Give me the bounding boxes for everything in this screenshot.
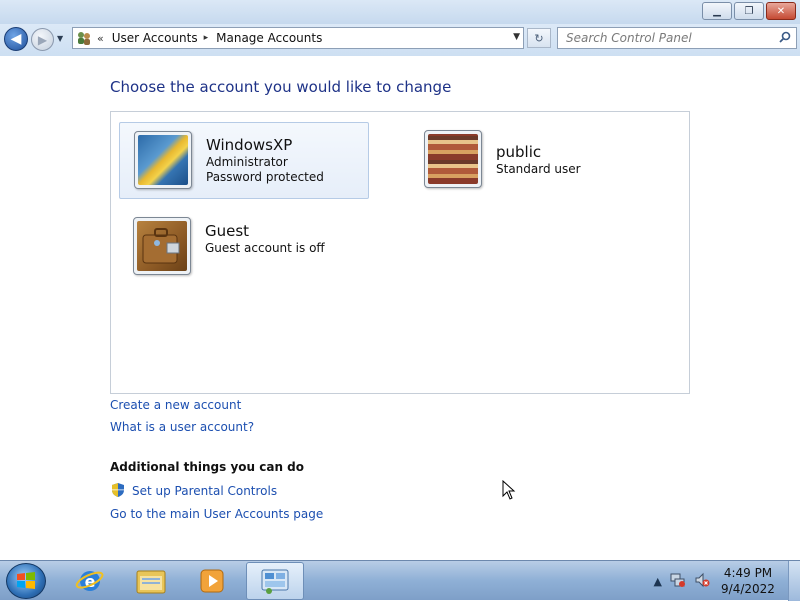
breadcrumb-overflow-icon[interactable]: « <box>97 32 104 45</box>
account-status: Password protected <box>206 170 324 184</box>
network-icon[interactable] <box>670 572 686 591</box>
account-name: public <box>496 143 542 161</box>
account-tile-guest[interactable]: Guest Guest account is off <box>119 209 369 286</box>
account-tile-public[interactable]: public Standard user <box>410 122 660 199</box>
control-panel-icon <box>261 569 289 594</box>
minimize-button[interactable]: ▁ <box>702 2 732 20</box>
uac-shield-icon <box>110 482 126 498</box>
restore-button[interactable]: ❐ <box>734 2 764 20</box>
content-area: Choose the account you would like to cha… <box>0 56 800 560</box>
account-name: Guest <box>205 222 250 240</box>
address-dropdown-icon[interactable]: ▼ <box>513 32 520 42</box>
what-is-user-account-link[interactable]: What is a user account? <box>110 420 254 434</box>
taskbar-control-panel[interactable] <box>246 562 304 600</box>
main-user-accounts-page-link[interactable]: Go to the main User Accounts page <box>110 507 323 521</box>
back-button[interactable]: ◀ <box>4 27 28 51</box>
search-input[interactable] <box>558 28 768 48</box>
user-accounts-icon <box>76 30 92 46</box>
accounts-list: WindowsXP Administrator Password protect… <box>110 111 690 394</box>
clock-time: 4:49 PM <box>723 566 773 580</box>
taskbar-internet-explorer[interactable]: e <box>61 562 119 600</box>
page-title: Choose the account you would like to cha… <box>110 78 452 96</box>
mouse-pointer-icon <box>502 479 516 504</box>
recent-pages-dropdown[interactable]: ▼ <box>57 34 63 43</box>
breadcrumb-manage-accounts[interactable]: Manage Accounts <box>216 31 322 45</box>
clock-date: 9/4/2022 <box>721 582 775 596</box>
media-player-icon <box>200 569 224 593</box>
navigation-bar: ◀ ▶ ▼ « User Accounts ▸ Manage Accounts … <box>0 24 800 56</box>
refresh-button[interactable]: ↻ <box>527 28 551 48</box>
taskbar: e ▲ 4:49 PM 9/4/2022 <box>0 560 800 601</box>
system-tray: ▲ 4:49 PM 9/4/2022 <box>654 561 800 601</box>
user-picture-briefcase-icon <box>133 217 191 275</box>
search-icon[interactable] <box>779 31 791 46</box>
search-box[interactable] <box>557 27 797 49</box>
parental-controls-link[interactable]: Set up Parental Controls <box>132 484 277 498</box>
user-picture-stripes-icon <box>424 130 482 188</box>
internet-explorer-icon: e <box>75 571 104 591</box>
breadcrumb-user-accounts[interactable]: User Accounts <box>112 31 198 45</box>
taskbar-media-player[interactable] <box>183 562 241 600</box>
account-type: Standard user <box>496 162 581 176</box>
additional-things-heading: Additional things you can do <box>110 460 305 474</box>
taskbar-windows-explorer[interactable] <box>122 562 180 600</box>
show-desktop-button[interactable] <box>788 561 800 601</box>
start-button[interactable] <box>6 563 46 599</box>
forward-button[interactable]: ▶ <box>31 28 54 51</box>
close-button[interactable]: ✕ <box>766 2 796 20</box>
clock[interactable]: 4:49 PM 9/4/2022 <box>718 565 778 597</box>
windows-logo-icon <box>17 572 35 589</box>
address-bar[interactable]: « User Accounts ▸ Manage Accounts ▼ <box>72 27 524 49</box>
account-status: Guest account is off <box>205 241 325 255</box>
account-type: Administrator <box>206 155 288 169</box>
user-picture-flower-icon <box>134 131 192 189</box>
account-name: WindowsXP <box>206 136 293 154</box>
breadcrumb-separator-icon[interactable]: ▸ <box>204 33 209 43</box>
window-controls: ▁ ❐ ✕ <box>702 2 796 20</box>
folder-icon <box>136 570 166 594</box>
create-account-link[interactable]: Create a new account <box>110 398 241 412</box>
account-tile-windowsxp[interactable]: WindowsXP Administrator Password protect… <box>119 122 369 199</box>
show-hidden-icons-icon[interactable]: ▲ <box>654 575 662 588</box>
volume-muted-icon[interactable] <box>694 572 710 591</box>
title-bar: ▁ ❐ ✕ <box>0 0 800 24</box>
